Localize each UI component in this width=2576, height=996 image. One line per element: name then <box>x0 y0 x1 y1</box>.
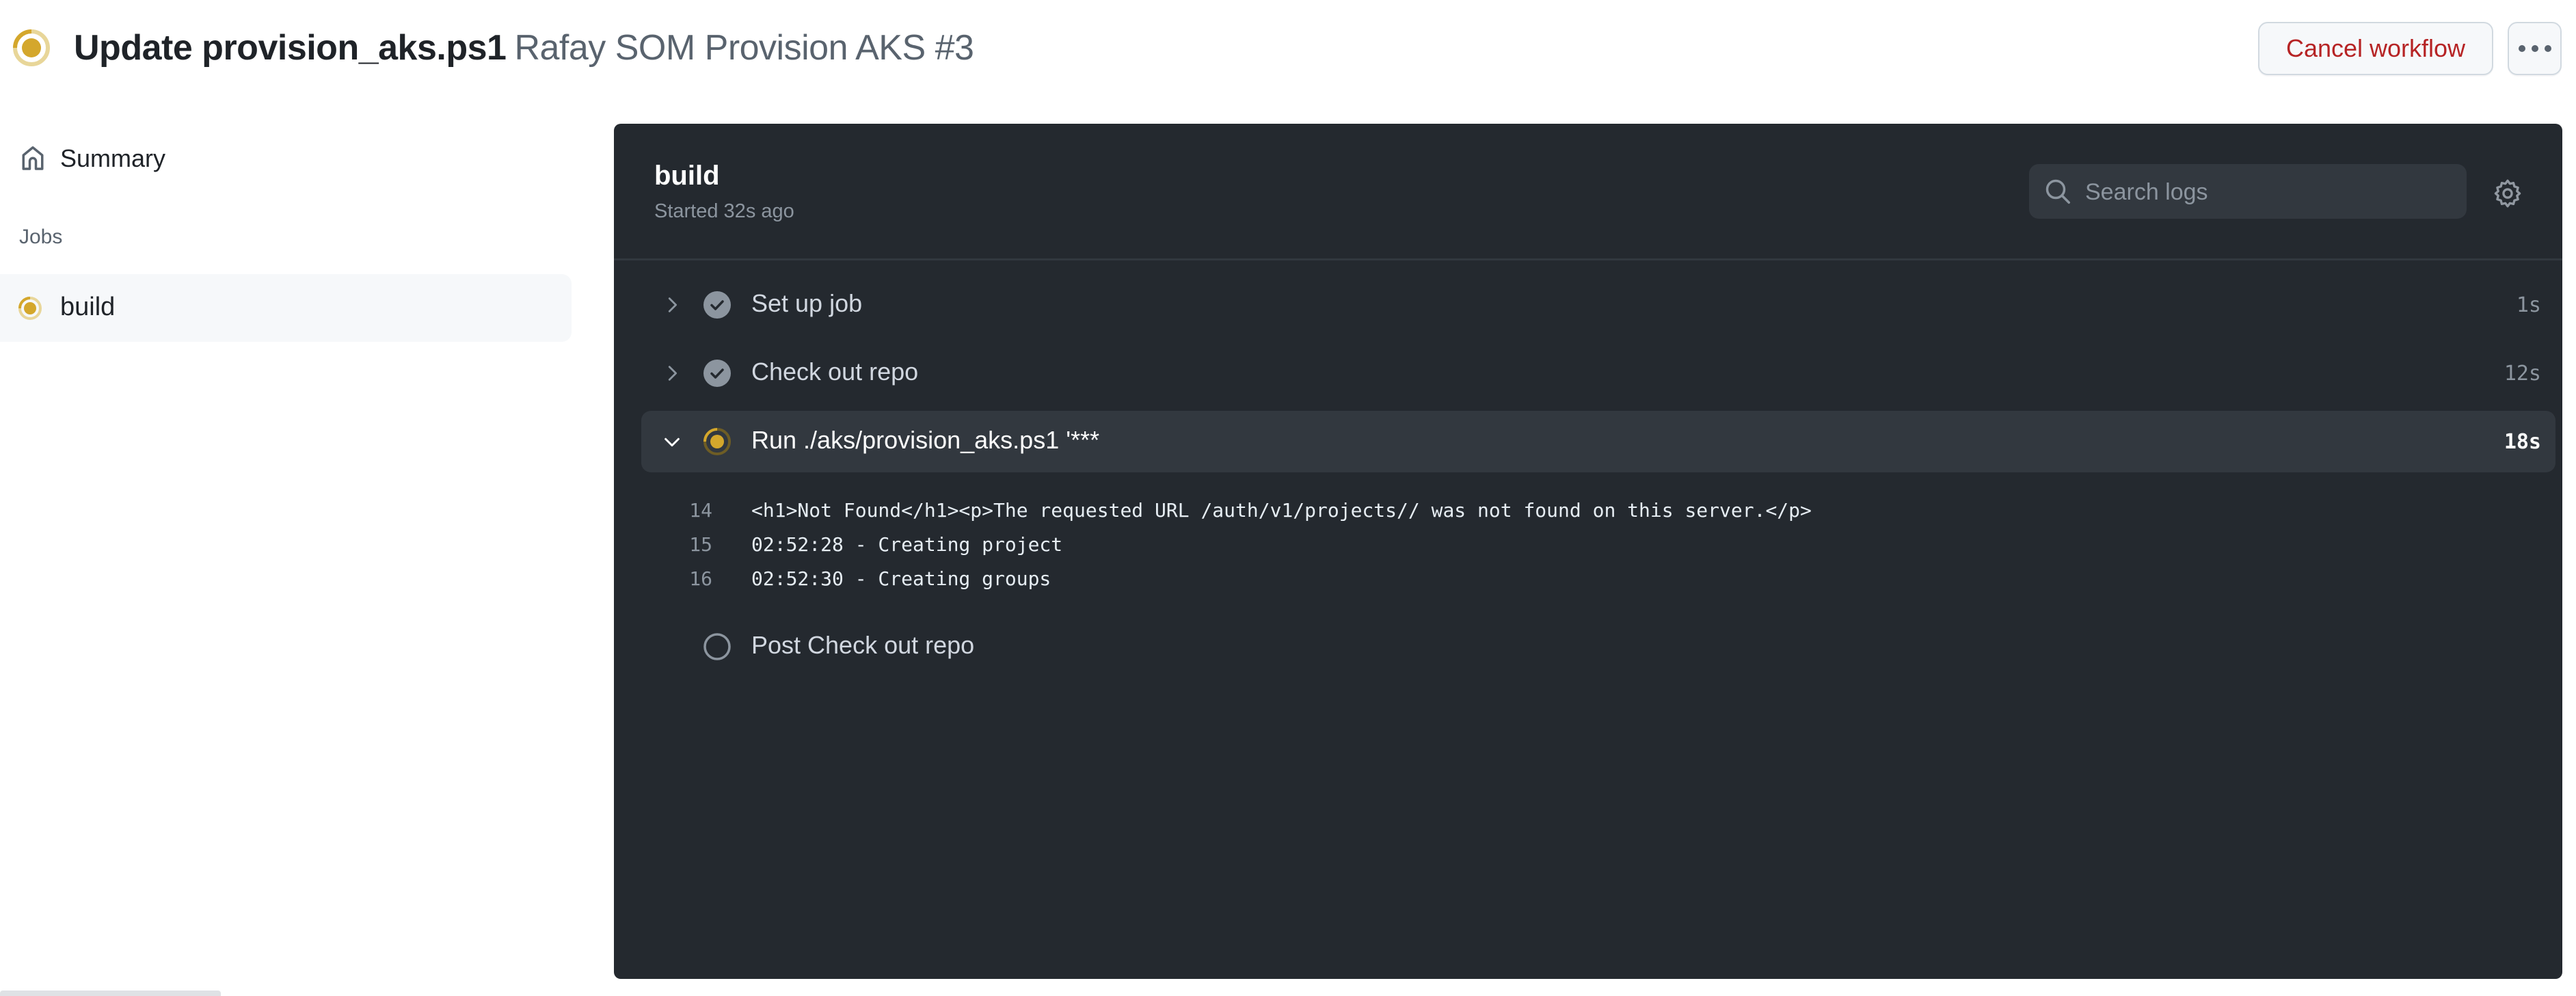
gear-icon[interactable] <box>2493 178 2523 208</box>
log-line-number[interactable]: 16 <box>682 567 712 590</box>
sidebar-item-build[interactable]: build <box>0 274 572 342</box>
step-run-provision-aks[interactable]: Run ./aks/provision_aks.ps1 '*** 18s <box>641 411 2555 472</box>
in-progress-status-icon <box>13 29 50 66</box>
step-post-check-out-repo[interactable]: Post Check out repo <box>641 616 2555 677</box>
run-title: Update provision_aks.ps1 <box>74 28 507 68</box>
in-progress-status-icon <box>703 428 731 455</box>
cancel-workflow-button[interactable]: Cancel workflow <box>2258 22 2493 75</box>
more-options-button[interactable] <box>2508 22 2562 75</box>
search-logs-field[interactable] <box>2029 164 2467 220</box>
jobs-heading: Jobs <box>19 226 63 248</box>
panel-header-divider <box>614 258 2562 260</box>
step-duration: 1s <box>2516 293 2541 317</box>
check-circle-icon <box>703 360 731 387</box>
step-name: Post Check out repo <box>751 631 975 659</box>
log-line-text: 02:52:28 - Creating project <box>751 533 1063 556</box>
log-line-text: <h1>Not Found</h1><p>The requested URL /… <box>751 499 1812 522</box>
step-check-out-repo[interactable]: Check out repo 12s <box>641 342 2555 404</box>
horizontal-scrollbar[interactable] <box>0 991 221 996</box>
page-title: Update provision_aks.ps1 Rafay SOM Provis… <box>74 25 974 71</box>
step-name: Set up job <box>751 289 863 317</box>
sidebar-item-summary-label: Summary <box>60 144 166 172</box>
log-line-number[interactable]: 15 <box>682 533 712 556</box>
pending-circle-icon <box>703 633 731 660</box>
log-line-text: 02:52:30 - Creating groups <box>751 567 1051 590</box>
sidebar-item-summary[interactable]: Summary <box>0 134 572 183</box>
job-log-panel: build Started 32s ago Set up job 1s Chec… <box>614 124 2562 979</box>
search-icon <box>2045 179 2070 204</box>
step-set-up-job[interactable]: Set up job 1s <box>641 274 2555 336</box>
log-line-number[interactable]: 14 <box>682 499 712 522</box>
log-line: 15 02:52:28 - Creating project <box>614 528 2562 562</box>
job-started-time: Started 32s ago <box>654 200 794 222</box>
cancel-workflow-label: Cancel workflow <box>2285 34 2466 62</box>
job-title: build <box>654 161 720 191</box>
step-name: Check out repo <box>751 358 919 386</box>
sidebar-item-build-label: build <box>60 293 116 321</box>
check-circle-icon <box>703 291 731 319</box>
chevron-down-icon <box>665 438 680 447</box>
home-icon <box>22 146 44 170</box>
workflow-name: Rafay SOM Provision AKS #3 <box>514 28 974 68</box>
step-duration: 18s <box>2504 430 2541 454</box>
kebab-horizontal-icon <box>2518 45 2551 52</box>
log-line: 14 <h1>Not Found</h1><p>The requested UR… <box>614 494 2562 528</box>
chevron-right-icon <box>668 297 677 312</box>
step-name: Run ./aks/provision_aks.ps1 '*** <box>751 426 1100 454</box>
log-line: 16 02:52:30 - Creating groups <box>614 562 2562 596</box>
step-duration: 12s <box>2504 362 2541 386</box>
in-progress-status-icon <box>18 297 42 320</box>
chevron-right-icon <box>668 366 677 381</box>
search-logs-input[interactable] <box>2084 164 2456 220</box>
